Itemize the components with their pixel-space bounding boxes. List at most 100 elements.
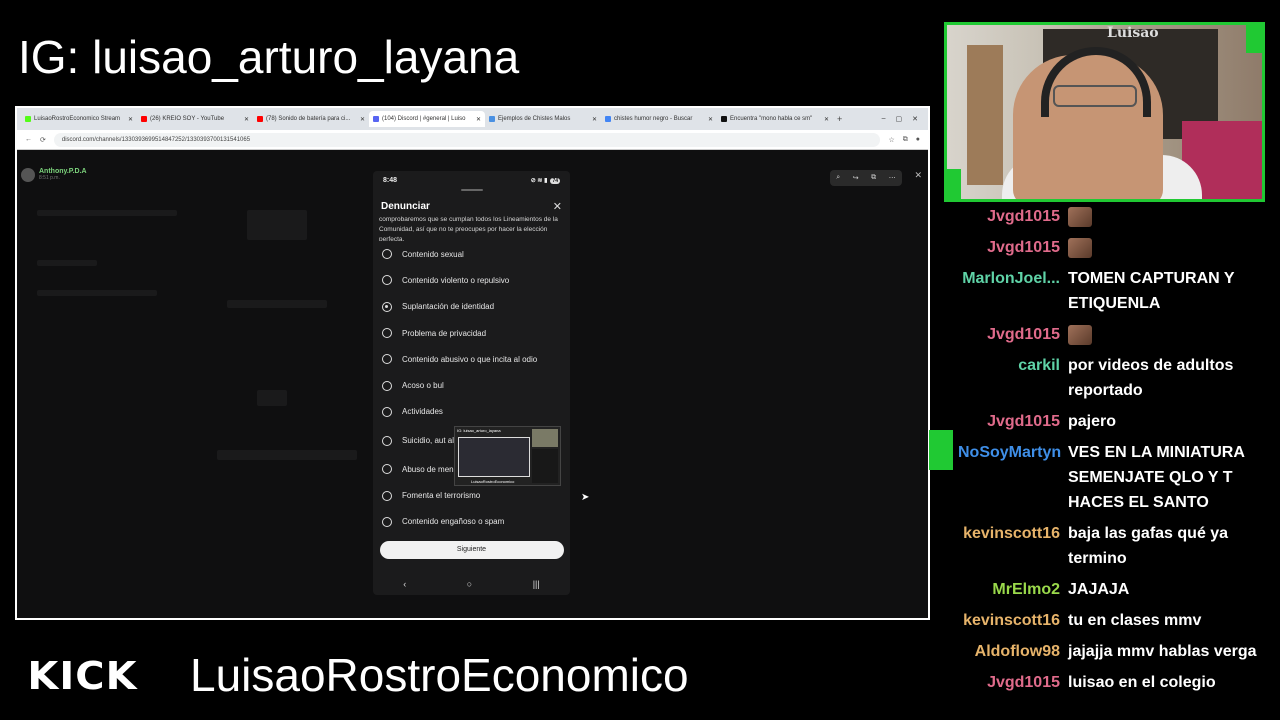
browser-tab[interactable]: (104) Discord | #general | Luiso ✕	[369, 111, 485, 127]
battery-icon: 74	[550, 177, 560, 184]
back-icon[interactable]: ←	[25, 136, 32, 143]
report-option[interactable]: Acoso o bul	[373, 372, 570, 398]
profile-icon[interactable]: ●	[916, 136, 920, 143]
chat-text: pajero	[1068, 413, 1117, 430]
chat-text	[1068, 204, 1280, 229]
tab-close-icon[interactable]: ✕	[128, 116, 133, 123]
back-nav-icon[interactable]: ‹	[403, 579, 406, 589]
maximize-icon[interactable]: ▢	[896, 115, 903, 123]
radio-icon[interactable]	[382, 490, 392, 501]
tab-close-icon[interactable]: ✕	[360, 116, 365, 123]
recents-nav-icon[interactable]: |||	[533, 579, 540, 589]
discord-image-viewer: Anthony.P.D.A 8:51 p.m. ⌕ ↪ ⧉ ⋯ ✕ 8:48 ⊘…	[17, 150, 928, 618]
chat-author[interactable]: Aldoflow98	[958, 639, 1068, 664]
author-name[interactable]: Anthony.P.D.A	[39, 168, 87, 175]
phone-screenshot: 8:48 ⊘ ≋ ▮ 74 Denunciar ✕ comprobaremos q…	[373, 171, 570, 595]
tab-label: Ejemplos de Chistes Malos	[498, 116, 571, 122]
close-window-icon[interactable]: ✕	[912, 115, 918, 123]
report-option-label: Contenido violento o repulsivo	[402, 275, 510, 285]
minimize-icon[interactable]: –	[882, 115, 886, 123]
more-icon[interactable]: ⋯	[889, 174, 896, 182]
phone-time: 8:48	[383, 176, 398, 184]
chat-author[interactable]: Jvgd1015	[958, 235, 1068, 260]
stream-preview-thumbnail: IG: luisao_arturo_layana LuisaoRostroEco…	[454, 426, 561, 486]
report-option[interactable]: Suplantación de identidad	[373, 294, 570, 320]
url-field[interactable]: discord.com/channels/1330393699514847252…	[53, 132, 881, 147]
browser-tab[interactable]: Ejemplos de Chistes Malos ✕	[485, 111, 601, 127]
radio-icon[interactable]	[382, 406, 392, 417]
report-options: Contenido sexual Contenido violento o rep…	[373, 241, 570, 535]
chat-message: Jvgd1015 pajero	[958, 409, 1280, 434]
chat-message: Jvgd1015 luisao en el colegio	[958, 670, 1280, 695]
chat-author[interactable]: kevinscott16	[958, 521, 1068, 546]
chat-text: por videos de adultos reportado	[1068, 357, 1234, 399]
chat-author[interactable]: NoSoyMartyn	[958, 440, 1068, 465]
browser-tab[interactable]: chistes humor negro - Buscar ✕	[601, 111, 717, 127]
close-icon[interactable]: ✕	[553, 200, 562, 213]
home-nav-icon[interactable]: ○	[467, 579, 472, 589]
open-external-icon[interactable]: ⧉	[871, 174, 876, 182]
avatar[interactable]	[21, 168, 35, 182]
report-option[interactable]: Problema de privacidad	[373, 320, 570, 346]
radio-icon[interactable]	[382, 516, 392, 527]
chat-author[interactable]: Jvgd1015	[958, 409, 1068, 434]
chat-message: NoSoyMartyn VES EN LA MINIATURA SEMENJATE…	[958, 440, 1280, 515]
chat-message: kevinscott16 baja las gafas qué ya termin…	[958, 521, 1280, 571]
tab-label: (104) Discord | #general | Luiso	[382, 116, 466, 122]
zoom-icon[interactable]: ⌕	[836, 174, 840, 182]
next-button[interactable]: Siguiente	[379, 540, 564, 559]
report-option[interactable]: Contenido violento o repulsivo	[373, 267, 570, 293]
chat-author[interactable]: carkil	[958, 353, 1068, 378]
report-option[interactable]: Contenido engañoso o spam	[373, 509, 570, 535]
reload-icon[interactable]: ⟳	[40, 136, 46, 144]
report-option[interactable]: Contenido abusivo o que incita al odio	[373, 346, 570, 372]
tab-favicon-icon	[373, 116, 379, 122]
tab-close-icon[interactable]: ✕	[824, 116, 829, 123]
chat-author[interactable]: kevinscott16	[958, 608, 1068, 633]
chat-text: baja las gafas qué ya termino	[1068, 525, 1229, 567]
chat-author[interactable]: Jvgd1015	[958, 204, 1068, 229]
report-option[interactable]: Actividades	[373, 399, 570, 425]
sheet-drag-handle[interactable]	[460, 189, 483, 191]
report-option-label: Problema de privacidad	[402, 328, 487, 338]
forward-icon[interactable]: ↪	[853, 174, 859, 182]
tab-close-icon[interactable]: ✕	[244, 116, 249, 123]
report-option[interactable]: Fomenta el terrorismo	[373, 482, 570, 508]
new-tab-button[interactable]: +	[837, 114, 842, 124]
chat-message: MrElmo2 JAJAJA	[958, 577, 1280, 602]
browser-tab[interactable]: LuisaoRostroEconomico Stream ✕	[21, 111, 137, 127]
chat-message: kevinscott16 tu en clases mmv	[958, 608, 1280, 633]
radio-icon[interactable]	[382, 328, 392, 339]
browser-tab[interactable]: (26) KREIO SOY - YouTube ✕	[137, 111, 253, 127]
radio-icon[interactable]	[382, 275, 392, 286]
close-viewer-icon[interactable]: ✕	[914, 170, 922, 181]
chat-text: luisao en el colegio	[1068, 674, 1216, 691]
instagram-handle: IG: luisao_arturo_layana	[18, 31, 520, 83]
chat-author[interactable]: Jvgd1015	[958, 670, 1068, 695]
chat-author[interactable]: Jvgd1015	[958, 322, 1068, 347]
radio-icon[interactable]	[382, 249, 392, 260]
radio-icon[interactable]	[382, 380, 392, 391]
tab-label: (26) KREIO SOY - YouTube	[150, 116, 225, 122]
chat-author[interactable]: MrElmo2	[958, 577, 1068, 602]
extensions-icon[interactable]: ⧉	[903, 136, 908, 144]
browser-tab[interactable]: Encuentra "mono habla ce sm" ✕	[717, 111, 833, 127]
message-author: Anthony.P.D.A 8:51 p.m.	[21, 168, 87, 182]
radio-icon[interactable]	[382, 435, 392, 446]
radio-icon[interactable]	[382, 354, 392, 365]
tab-close-icon[interactable]: ✕	[708, 116, 713, 123]
bookmark-star-icon[interactable]: ☆	[888, 136, 894, 144]
radio-icon[interactable]	[382, 464, 392, 475]
tab-close-icon[interactable]: ✕	[592, 116, 597, 123]
report-option[interactable]: Contenido sexual	[373, 241, 570, 267]
chat-message: Jvgd1015	[958, 322, 1280, 347]
radio-selected-icon[interactable]	[382, 301, 392, 312]
signal-icon: ⊘ ≋ ▮ 74	[530, 177, 560, 184]
browser-tab[interactable]: (78) Sonido de batería para ci... ✕	[253, 111, 369, 127]
report-intro-text: comprobaremos que se cumplan todos los L…	[379, 216, 558, 241]
tab-label: chistes humor negro - Buscar	[614, 116, 693, 122]
tab-close-icon[interactable]: ✕	[476, 116, 481, 123]
chat-text: tu en clases mmv	[1068, 612, 1202, 629]
chat-author[interactable]: MarlonJoel...	[958, 266, 1068, 291]
chat-text: TOMEN CAPTURAN Y ETIQUENLA	[1068, 270, 1235, 312]
